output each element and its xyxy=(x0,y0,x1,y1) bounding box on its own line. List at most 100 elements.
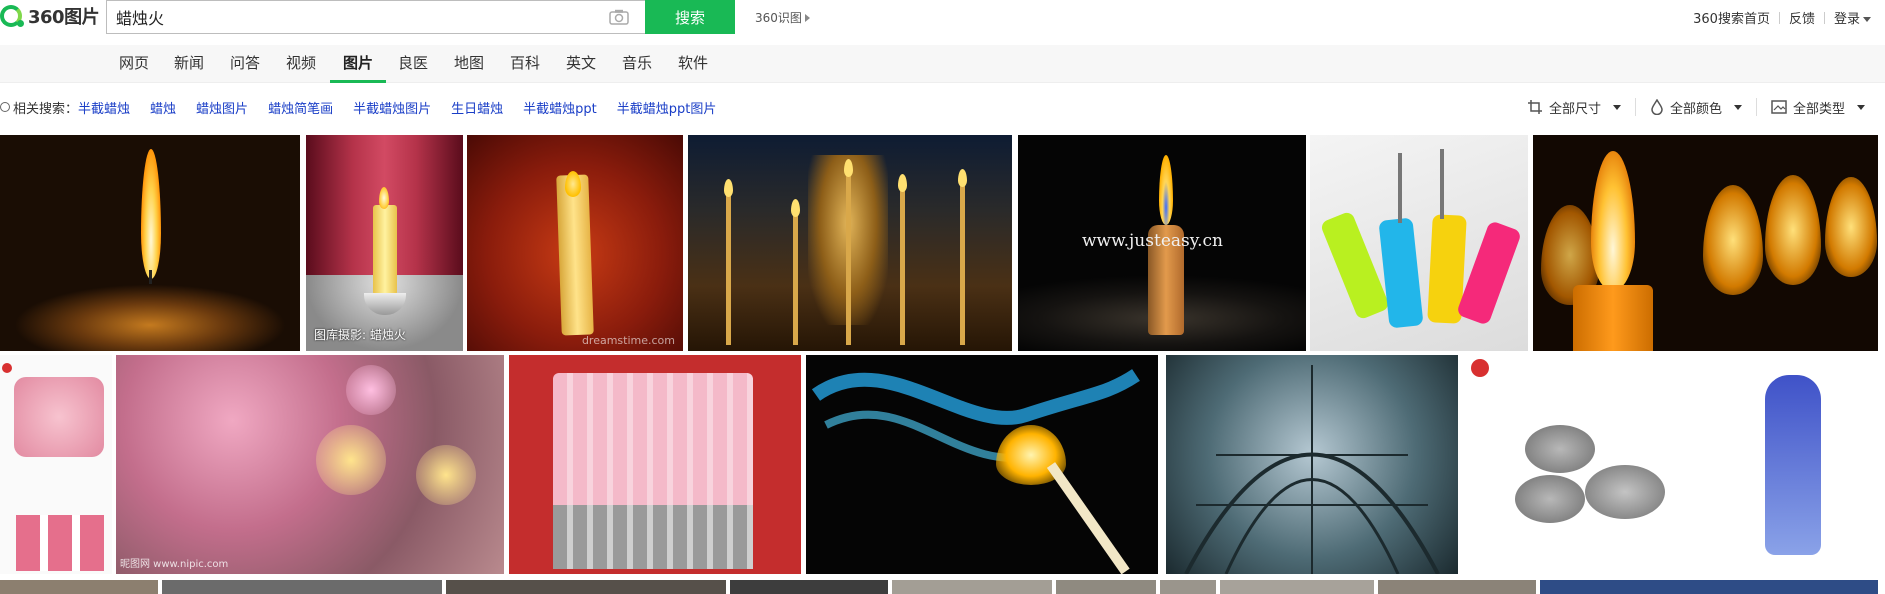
search-button[interactable]: 搜索 xyxy=(645,0,735,34)
candle-wraps xyxy=(553,505,753,569)
related-item[interactable]: 蜡烛 xyxy=(150,98,176,117)
tab-images[interactable]: 图片 xyxy=(330,45,386,83)
image-result[interactable] xyxy=(0,355,112,574)
image-result[interactable] xyxy=(1220,580,1374,594)
candle-body xyxy=(373,205,397,295)
related-label: 相关搜索： xyxy=(0,98,78,117)
play-triangle-icon xyxy=(804,13,810,22)
tab-web[interactable]: 网页 xyxy=(114,45,154,83)
image-watermark: dreamstime.com xyxy=(581,334,675,347)
image-result[interactable] xyxy=(0,135,300,351)
image-result[interactable] xyxy=(446,580,726,594)
search-input[interactable] xyxy=(107,1,587,33)
related-item[interactable]: 半截蜡烛图片 xyxy=(353,98,431,117)
image-result[interactable]: 图库摄影: 蜡烛火 xyxy=(306,135,463,351)
tab-music[interactable]: 音乐 xyxy=(617,45,657,83)
candle-flame-image xyxy=(565,171,581,197)
related-item[interactable]: 蜡烛简笔画 xyxy=(268,98,333,117)
divider xyxy=(1778,11,1780,24)
logo-text: 360图片 xyxy=(28,7,100,28)
candle-flame-image xyxy=(379,187,389,209)
candle-flame-image xyxy=(791,199,800,217)
bokeh xyxy=(416,445,476,505)
bokeh xyxy=(346,365,396,415)
crop-icon xyxy=(1527,100,1542,114)
image-result[interactable] xyxy=(1160,580,1216,594)
tab-news[interactable]: 新闻 xyxy=(169,45,209,83)
image-result[interactable] xyxy=(1465,355,1878,574)
image-result[interactable]: www.justeasy.cn xyxy=(1018,135,1306,351)
related-item[interactable]: 半截蜡烛ppt xyxy=(523,98,597,117)
shitu-link[interactable]: 360识图 xyxy=(755,9,810,26)
filter-color-label: 全部颜色 xyxy=(1669,101,1722,117)
chevron-down-icon xyxy=(1857,104,1865,110)
tab-qa[interactable]: 问答 xyxy=(225,45,265,83)
related-item[interactable]: 半截蜡烛 xyxy=(78,98,130,117)
candle-flame-image xyxy=(1703,185,1763,295)
candle-stick xyxy=(726,195,731,345)
image-result[interactable] xyxy=(1533,135,1878,351)
candle-body xyxy=(1573,285,1653,351)
search-box xyxy=(106,0,645,34)
image-watermark: www.justeasy.cn xyxy=(1082,231,1223,251)
lighter-pink xyxy=(1455,220,1523,326)
candle-body xyxy=(556,174,594,336)
image-result[interactable] xyxy=(1378,580,1536,594)
droplet-icon xyxy=(1651,99,1663,115)
logo[interactable]: 360图片 xyxy=(0,3,100,29)
related-item[interactable]: 半截蜡烛ppt图片 xyxy=(617,98,717,117)
candle-flame-image xyxy=(958,169,967,187)
image-watermark: 昵图网 www.nipic.com xyxy=(120,559,229,570)
candle-flame-image xyxy=(141,149,161,279)
tab-map[interactable]: 地图 xyxy=(449,45,489,83)
top-links: 360搜索首页 反馈 登录 xyxy=(1693,8,1871,27)
image-result[interactable] xyxy=(892,580,1052,594)
tab-software[interactable]: 软件 xyxy=(673,45,713,83)
tealight xyxy=(1515,475,1585,523)
filter-color[interactable]: 全部颜色 xyxy=(1636,98,1756,117)
login-link[interactable]: 登录 xyxy=(1834,8,1871,27)
image-result[interactable] xyxy=(1310,135,1528,351)
image-result[interactable] xyxy=(1540,580,1878,594)
chevron-down-icon xyxy=(1733,104,1742,110)
related-item[interactable]: 蜡烛图片 xyxy=(196,98,248,117)
image-result[interactable] xyxy=(688,135,1012,351)
image-result[interactable] xyxy=(1056,580,1156,594)
camera-icon[interactable] xyxy=(609,9,629,25)
chevron-down-icon xyxy=(1612,104,1621,110)
image-result[interactable] xyxy=(730,580,888,594)
tab-video[interactable]: 视频 xyxy=(281,45,321,83)
candle-flame-image xyxy=(844,159,853,177)
chevron-down-icon xyxy=(1863,17,1871,22)
dome-graphic xyxy=(1184,365,1440,574)
tab-baike[interactable]: 百科 xyxy=(505,45,545,83)
candle-wick xyxy=(149,270,152,284)
home-link[interactable]: 360搜索首页 xyxy=(1693,8,1770,27)
tab-doctor[interactable]: 良医 xyxy=(393,45,433,83)
filter-size[interactable]: 全部尺寸 xyxy=(1513,98,1635,117)
image-result[interactable] xyxy=(509,355,801,574)
login-label: 登录 xyxy=(1833,12,1860,27)
logo-icon xyxy=(0,5,24,27)
nav-bar: 网页 新闻 问答 视频 图片 良医 地图 百科 英文 音乐 软件 xyxy=(0,45,1885,83)
brand-mark xyxy=(2,363,12,373)
candle-flame-image xyxy=(898,174,907,192)
image-result[interactable]: 昵图网 www.nipic.com xyxy=(116,355,504,574)
image-result[interactable] xyxy=(1166,355,1458,574)
candle-flame-image xyxy=(1765,175,1821,285)
image-result[interactable] xyxy=(0,580,158,594)
image-result[interactable]: dreamstime.com xyxy=(467,135,683,351)
product-grid xyxy=(16,515,104,571)
lighter-rod xyxy=(1398,153,1402,223)
feedback-link[interactable]: 反馈 xyxy=(1789,8,1815,27)
model-dress xyxy=(1765,375,1821,555)
image-result[interactable] xyxy=(806,355,1158,574)
related-item[interactable]: 生日蜡烛 xyxy=(451,98,503,117)
filter-type[interactable]: 全部类型 xyxy=(1757,98,1879,117)
related-searches: 相关搜索： 半截蜡烛 蜡烛 蜡烛图片 蜡烛简笔画 半截蜡烛图片 生日蜡烛 半截蜡… xyxy=(0,97,736,117)
search-icon xyxy=(0,102,10,112)
image-result[interactable] xyxy=(162,580,442,594)
tab-english[interactable]: 英文 xyxy=(561,45,601,83)
filter-size-label: 全部尺寸 xyxy=(1548,101,1601,117)
bokeh xyxy=(316,425,386,495)
